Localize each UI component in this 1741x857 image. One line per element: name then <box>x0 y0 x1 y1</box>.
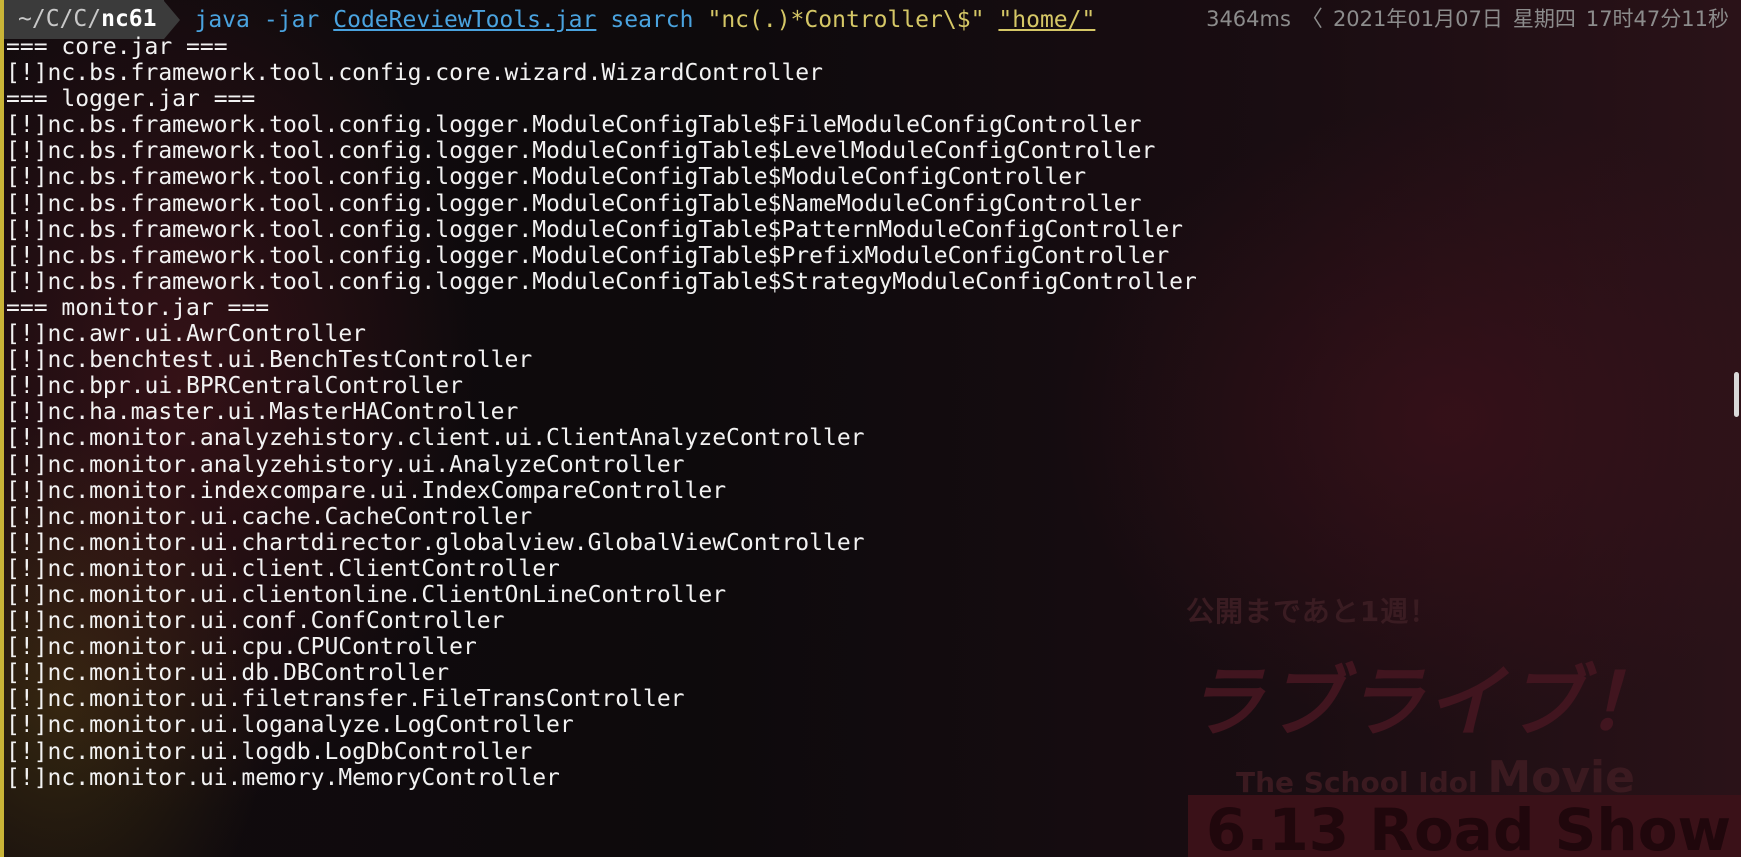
output-line: [!]nc.monitor.indexcompare.ui.IndexCompa… <box>6 477 727 504</box>
wallpaper-subtitle: 公開まであと1週！ <box>1186 595 1439 628</box>
output-line: [!]nc.monitor.ui.clientonline.ClientOnLi… <box>6 581 727 608</box>
output-line: [!]nc.monitor.ui.loganalyze.LogControlle… <box>6 712 574 739</box>
terminal-window[interactable]: 公開まであと1週！ ラブライブ！ The School Idol Movie 6… <box>0 0 1741 857</box>
output-line: [!]nc.ha.master.ui.MasterHAController <box>6 399 519 426</box>
command-program: java <box>194 6 250 33</box>
wallpaper-date-banner: 6.13 Road Show <box>1188 795 1741 857</box>
command-line[interactable]: java -jar CodeReviewTools.jar search "nc… <box>194 7 1095 33</box>
scrollbar-thumb[interactable] <box>1734 372 1739 417</box>
command-output: === core.jar === [!]nc.bs.framework.tool.… <box>6 34 1197 791</box>
output-line: [!]nc.monitor.analyzehistory.client.ui.C… <box>6 425 865 452</box>
output-line: [!]nc.monitor.ui.db.DBController <box>6 660 450 687</box>
output-line: [!]nc.monitor.ui.logdb.LogDbController <box>6 738 533 765</box>
output-line: [!]nc.bs.framework.tool.config.logger.Mo… <box>6 216 1184 243</box>
wallpaper-title: ラブライブ！ <box>1186 658 1667 748</box>
prompt-weekday: 星期四 <box>1512 7 1576 31</box>
chevron-left-icon: 〈 <box>1300 7 1323 32</box>
output-line: [!]nc.awr.ui.AwrController <box>6 321 367 348</box>
output-line: [!]nc.monitor.ui.memory.MemoryController <box>6 764 560 791</box>
output-line: [!]nc.bs.framework.tool.config.logger.Mo… <box>6 164 1087 191</box>
output-section-header: === monitor.jar === <box>6 294 270 321</box>
prompt-time: 17时47分11秒 <box>1585 7 1729 31</box>
prompt-segment-arrow-icon <box>164 0 181 39</box>
command-path[interactable]: "home/" <box>998 7 1095 33</box>
output-line: [!]nc.bs.framework.tool.config.logger.Mo… <box>6 268 1197 295</box>
command-pattern: "nc(.)*Controller\$" <box>707 6 985 33</box>
output-line: [!]nc.monitor.ui.cache.CacheController <box>6 503 533 530</box>
output-line: [!]nc.bs.framework.tool.config.logger.Mo… <box>6 138 1156 165</box>
output-line: [!]nc.monitor.ui.cpu.CPUController <box>6 634 477 661</box>
output-line: [!]nc.monitor.ui.client.ClientController <box>6 555 560 582</box>
output-line: [!]nc.bs.framework.tool.config.core.wiza… <box>6 60 823 87</box>
right-prompt: 3464ms 〈 2021年01月07日 星期四 17时47分11秒 <box>1206 0 1729 39</box>
command-subcommand: search <box>610 6 694 33</box>
output-section-header: === logger.jar === <box>6 86 256 113</box>
output-line: [!]nc.bs.framework.tool.config.logger.Mo… <box>6 242 1170 269</box>
output-line: [!]nc.bpr.ui.BPRCentralController <box>6 373 463 400</box>
window-left-border <box>0 0 4 857</box>
command-duration: 3464ms <box>1206 7 1291 31</box>
output-line: [!]nc.monitor.analyzehistory.ui.AnalyzeC… <box>6 451 685 478</box>
prompt-date: 2021年01月07日 <box>1332 7 1503 31</box>
output-line: [!]nc.benchtest.ui.BenchTestController <box>6 347 533 374</box>
output-section-header: === core.jar === <box>6 34 228 60</box>
output-line: [!]nc.monitor.ui.conf.ConfController <box>6 608 505 635</box>
command-flag: -jar <box>263 6 320 33</box>
output-line: [!]nc.monitor.ui.filetransfer.FileTransC… <box>6 686 685 713</box>
output-line: [!]nc.bs.framework.tool.config.logger.Mo… <box>6 190 1142 217</box>
output-line: [!]nc.monitor.ui.chartdirector.globalvie… <box>6 529 865 556</box>
command-jar-file[interactable]: CodeReviewTools.jar <box>333 7 596 33</box>
output-line: [!]nc.bs.framework.tool.config.logger.Mo… <box>6 112 1142 139</box>
